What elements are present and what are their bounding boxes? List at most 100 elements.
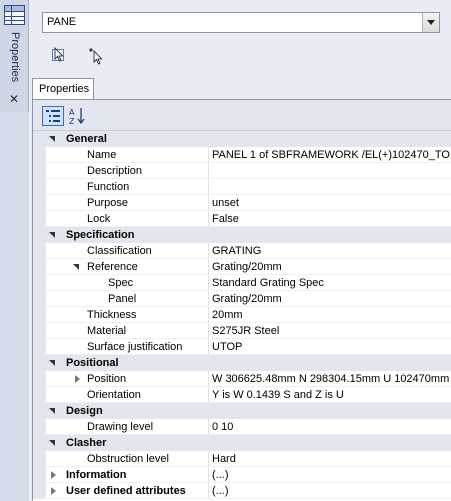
property-row[interactable]: Material S275JR Steel (33, 323, 451, 339)
dock-tab-properties[interactable]: Properties (7, 32, 21, 90)
pick-element-button[interactable] (87, 45, 107, 65)
category-row[interactable]: General (33, 131, 451, 147)
property-label: Surface justification (87, 341, 183, 353)
close-icon[interactable]: ✕ (9, 93, 19, 105)
category-row[interactable]: User defined attributes (...) (33, 483, 451, 499)
property-value-cell[interactable]: False (210, 211, 451, 227)
property-label: Material (87, 325, 127, 337)
property-label: Position (87, 373, 127, 385)
property-value-cell[interactable]: (...) (210, 483, 451, 499)
row-margin (33, 211, 46, 227)
property-value-cell[interactable]: Standard Grating Spec (210, 275, 451, 291)
element-selector-value: PANE (47, 16, 77, 28)
row-margin (33, 227, 46, 243)
property-row[interactable]: Name PANEL 1 of SBFRAMEWORK /EL(+)102470_… (33, 147, 451, 163)
row-margin (33, 387, 46, 403)
row-margin (33, 163, 46, 179)
property-row[interactable]: Purpose unset (33, 195, 451, 211)
expand-triangle-icon[interactable] (49, 487, 57, 495)
category-row[interactable]: Positional (33, 355, 451, 371)
property-value-cell[interactable]: 20mm (210, 307, 451, 323)
property-row[interactable]: Drawing level 0 10 (33, 419, 451, 435)
row-margin (33, 259, 46, 275)
property-value-cell[interactable]: 0 10 (210, 419, 451, 435)
category-row[interactable]: Specification (33, 227, 451, 243)
property-value-cell[interactable]: (...) (210, 467, 451, 483)
property-row[interactable]: Position W 306625.48mm N 298304.15mm U 10… (33, 371, 451, 387)
property-row[interactable]: Obstruction level Hard (33, 451, 451, 467)
category-label: Design (66, 405, 103, 417)
properties-dock-strip: Properties ✕ (0, 0, 29, 112)
property-row[interactable]: Function (33, 179, 451, 195)
collapse-triangle-icon[interactable] (73, 263, 81, 271)
property-row[interactable]: Classification GRATING (33, 243, 451, 259)
property-value-cell[interactable]: Grating/20mm (210, 259, 451, 275)
expand-triangle-icon[interactable] (73, 375, 81, 383)
property-label: Thickness (87, 309, 137, 321)
collapse-triangle-icon[interactable] (49, 135, 57, 143)
property-label: Panel (108, 293, 137, 305)
property-name-cell: Lock (46, 211, 209, 227)
row-margin (33, 275, 46, 291)
property-value-cell[interactable]: S275JR Steel (210, 323, 451, 339)
select-element-button[interactable] (49, 45, 69, 65)
svg-text:Z: Z (69, 117, 75, 126)
row-margin (33, 355, 46, 371)
property-value-cell[interactable]: Y is W 0.1439 S and Z is U (210, 387, 451, 403)
category-label: General (66, 133, 107, 145)
property-value-cell[interactable]: UTOP (210, 339, 451, 355)
property-value-cell[interactable] (210, 179, 451, 195)
pointer-pick-icon (89, 48, 103, 65)
property-label: Orientation (87, 389, 141, 401)
category-label: Clasher (66, 437, 107, 449)
category-label: Specification (66, 229, 135, 241)
expand-triangle-icon[interactable] (49, 471, 57, 479)
categorized-view-button[interactable] (42, 106, 64, 126)
category-header: Information (46, 467, 209, 483)
property-row[interactable]: Panel Grating/20mm (33, 291, 451, 307)
element-selector[interactable]: PANE (42, 12, 440, 33)
property-name-cell: Material (46, 323, 209, 339)
property-row[interactable]: Orientation Y is W 0.1439 S and Z is U (33, 387, 451, 403)
property-value-cell[interactable]: unset (210, 195, 451, 211)
property-row[interactable]: Lock False (33, 211, 451, 227)
tab-properties[interactable]: Properties (32, 78, 94, 100)
category-header: Specification (46, 227, 451, 243)
property-row[interactable]: Description (33, 163, 451, 179)
property-name-cell: Spec (46, 275, 209, 291)
category-row[interactable]: Clasher (33, 435, 451, 451)
property-name-cell: Drawing level (46, 419, 209, 435)
property-value-cell[interactable]: PANEL 1 of SBFRAMEWORK /EL(+)102470_TO (210, 147, 451, 163)
alphabetical-sort-button[interactable]: A Z (67, 106, 89, 126)
row-margin (33, 451, 46, 467)
collapse-triangle-icon[interactable] (49, 407, 57, 415)
row-margin (33, 147, 46, 163)
property-value-cell[interactable]: Hard (210, 451, 451, 467)
row-margin (33, 179, 46, 195)
collapse-triangle-icon[interactable] (49, 439, 57, 447)
collapse-triangle-icon[interactable] (49, 359, 57, 367)
property-label: Classification (87, 245, 152, 257)
property-value-cell[interactable]: GRATING (210, 243, 451, 259)
property-value-cell[interactable]: Grating/20mm (210, 291, 451, 307)
categorized-list-icon (46, 110, 60, 122)
row-margin (33, 483, 46, 499)
collapse-triangle-icon[interactable] (49, 231, 57, 239)
property-row[interactable]: Surface justification UTOP (33, 339, 451, 355)
svg-text:A: A (69, 108, 75, 117)
property-grid: General Name PANEL 1 of SBFRAMEWORK /EL(+)… (33, 131, 451, 499)
property-row[interactable]: Reference Grating/20mm (33, 259, 451, 275)
category-header: Design (46, 403, 451, 419)
chevron-down-icon[interactable] (422, 13, 439, 32)
property-value-cell[interactable] (210, 163, 451, 179)
category-row[interactable]: Design (33, 403, 451, 419)
property-row[interactable]: Spec Standard Grating Spec (33, 275, 451, 291)
category-row[interactable]: Information (...) (33, 467, 451, 483)
row-margin (33, 339, 46, 355)
property-row[interactable]: Thickness 20mm (33, 307, 451, 323)
grid-icon[interactable] (4, 5, 25, 25)
category-header: Clasher (46, 435, 451, 451)
category-label: Information (66, 469, 127, 481)
property-value-cell[interactable]: W 306625.48mm N 298304.15mm U 102470mm (210, 371, 451, 387)
property-label: Description (87, 165, 143, 177)
